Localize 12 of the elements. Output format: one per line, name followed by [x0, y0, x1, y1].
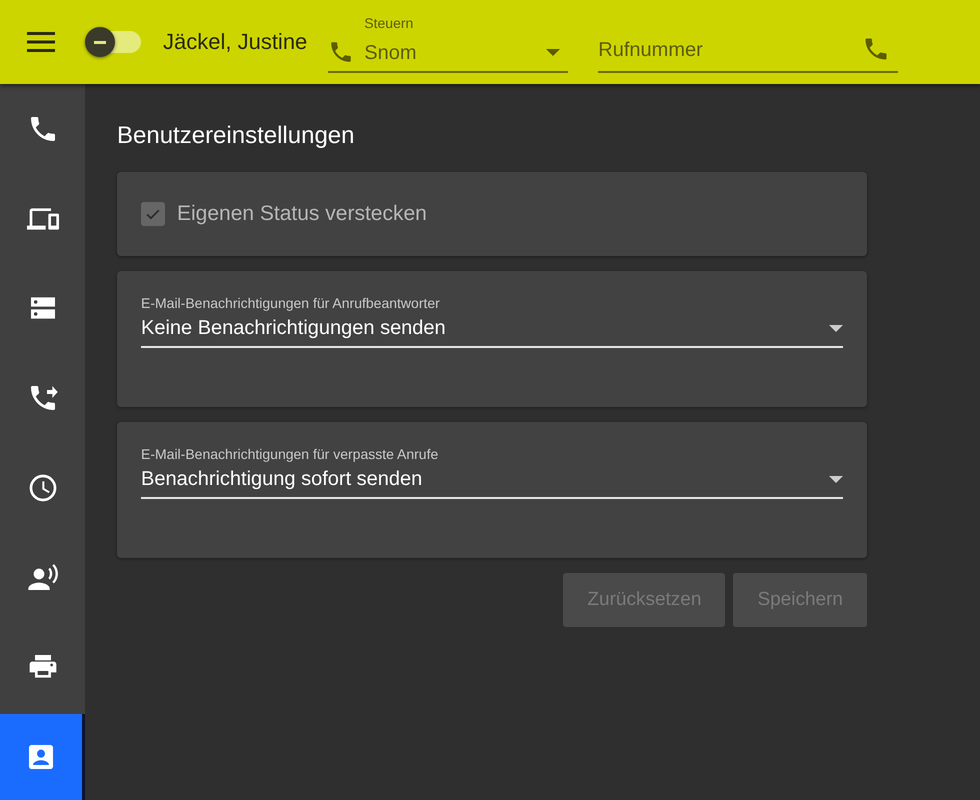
menu-icon[interactable]	[27, 32, 55, 52]
caret-icon	[546, 49, 560, 56]
caret-icon	[829, 476, 843, 483]
checkbox-label: Eigenen Status verstecken	[177, 202, 427, 226]
device-select[interactable]: Steuern Snom	[328, 11, 568, 73]
sidebar-item[interactable]	[0, 714, 85, 800]
notification-select[interactable]: E-Mail-Benachrichtigungen für Anrufbeantworter Keine Benachrichtigungen senden	[141, 295, 843, 348]
caret-icon	[829, 325, 843, 332]
notification-select[interactable]: E-Mail-Benachrichtigungen für verpasste Anrufe Benachrichtigung sofort senden	[141, 446, 843, 499]
page-title: Benutzereinstellungen	[117, 122, 356, 150]
clock-icon	[26, 472, 58, 504]
user-name: Jäckel, Justine	[163, 29, 308, 55]
